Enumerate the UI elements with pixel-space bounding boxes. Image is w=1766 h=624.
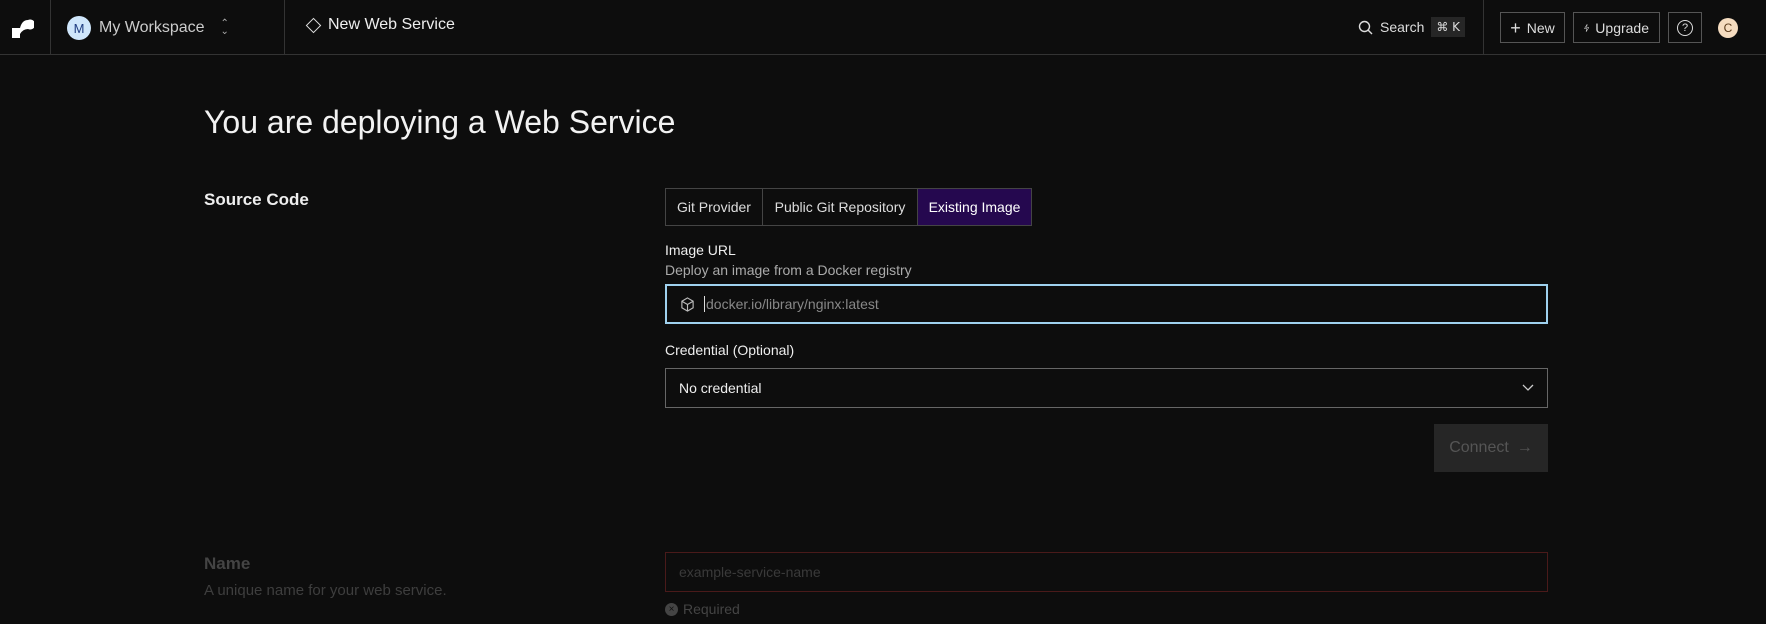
upgrade-button[interactable]: Upgrade bbox=[1573, 12, 1660, 43]
page-title: New Web Service bbox=[328, 16, 455, 33]
connect-label: Connect bbox=[1449, 439, 1509, 456]
new-button[interactable]: + New bbox=[1500, 12, 1565, 43]
credential-value: No credential bbox=[679, 380, 762, 396]
credential-select[interactable]: No credential bbox=[665, 368, 1548, 408]
divider bbox=[50, 0, 51, 55]
logo-icon[interactable] bbox=[12, 18, 36, 38]
divider bbox=[1483, 0, 1484, 55]
divider bbox=[284, 0, 285, 55]
box-icon bbox=[681, 296, 694, 312]
image-url-help: Deploy an image from a Docker registry bbox=[665, 262, 912, 278]
workspace-name: My Workspace bbox=[99, 19, 205, 36]
tab-git-provider[interactable]: Git Provider bbox=[666, 189, 763, 225]
source-code-label: Source Code bbox=[204, 190, 309, 209]
page-heading: You are deploying a Web Service bbox=[204, 104, 676, 140]
chevron-down-icon bbox=[1522, 384, 1534, 391]
search-icon bbox=[1358, 20, 1373, 34]
chevron-up-down-icon: ⌃ ⌄ bbox=[220, 18, 229, 37]
diamond-icon bbox=[305, 17, 322, 33]
image-url-input[interactable]: docker.io/library/nginx:latest bbox=[665, 284, 1548, 324]
name-help: A unique name for your web service. bbox=[204, 582, 447, 599]
breadcrumb: New Web Service bbox=[305, 16, 455, 34]
workspace-switcher[interactable]: M My Workspace ⌃ ⌄ bbox=[67, 15, 229, 41]
search-label: Search bbox=[1380, 19, 1425, 35]
image-url-placeholder: docker.io/library/nginx:latest bbox=[706, 296, 879, 312]
name-placeholder: example-service-name bbox=[679, 564, 821, 580]
tab-existing-image[interactable]: Existing Image bbox=[918, 189, 1031, 225]
error-x-icon: × bbox=[665, 602, 678, 616]
name-input[interactable]: example-service-name bbox=[665, 552, 1548, 592]
workspace-avatar: M bbox=[67, 16, 91, 40]
tab-public-git-repository[interactable]: Public Git Repository bbox=[763, 189, 918, 225]
search-shortcut: ⌘ K bbox=[1431, 17, 1466, 37]
help-button[interactable]: ? bbox=[1668, 12, 1702, 43]
search-button[interactable]: Search ⌘ K bbox=[1358, 17, 1466, 37]
source-tabs: Git Provider Public Git Repository Exist… bbox=[665, 188, 1032, 226]
help-icon: ? bbox=[1677, 19, 1693, 36]
image-url-label: Image URL bbox=[665, 242, 736, 258]
upgrade-label: Upgrade bbox=[1595, 19, 1649, 36]
name-error: × Required bbox=[665, 601, 740, 617]
top-bar: M My Workspace ⌃ ⌄ New Web Service Search… bbox=[0, 0, 1766, 55]
error-text: Required bbox=[683, 601, 740, 617]
arrow-right-icon: → bbox=[1516, 439, 1533, 456]
new-label: New bbox=[1526, 19, 1555, 36]
text-cursor bbox=[704, 296, 705, 312]
name-label: Name bbox=[204, 554, 251, 573]
connect-button[interactable]: Connect → bbox=[1434, 424, 1548, 472]
plus-icon: + bbox=[1510, 17, 1521, 38]
lightning-icon bbox=[1584, 23, 1590, 32]
credential-label: Credential (Optional) bbox=[665, 342, 795, 358]
user-avatar[interactable]: C bbox=[1718, 18, 1738, 38]
